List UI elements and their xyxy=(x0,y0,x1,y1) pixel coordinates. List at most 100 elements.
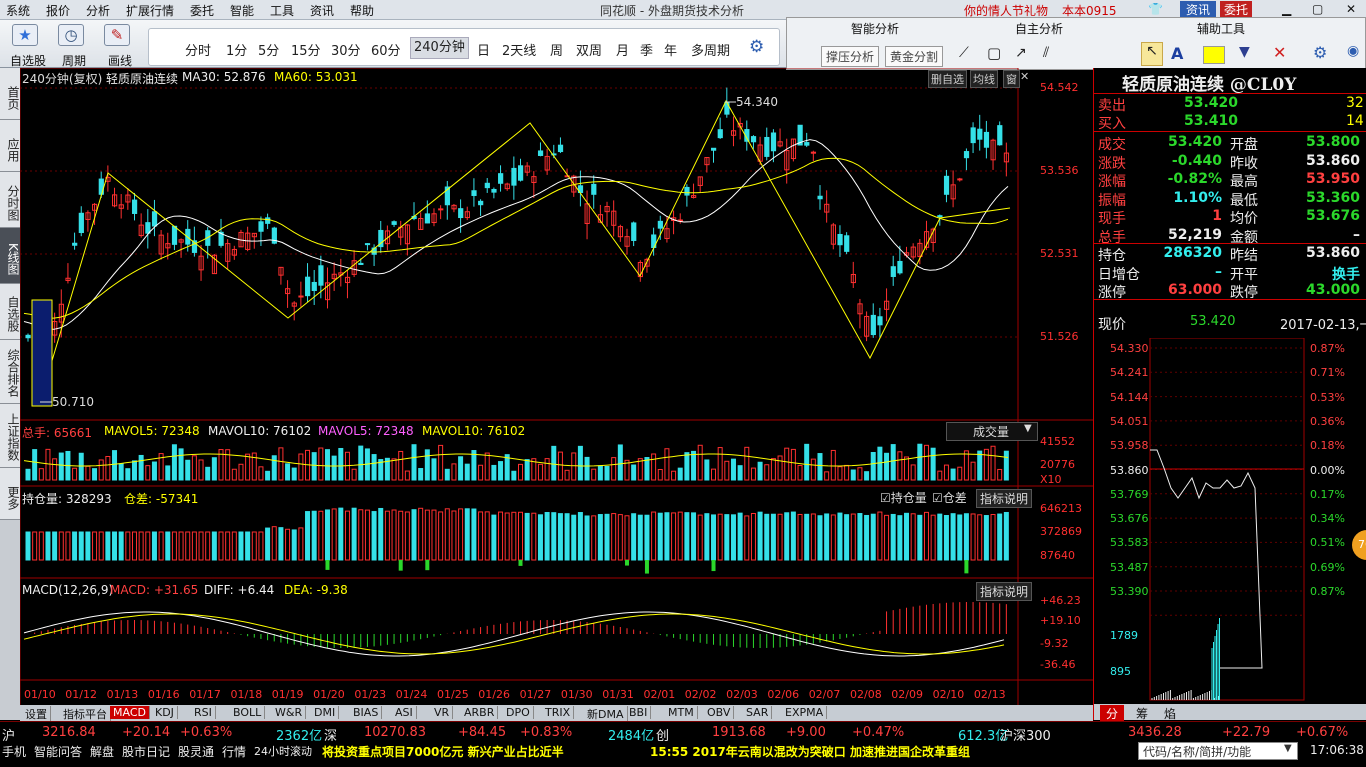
mini-tab-flame[interactable]: 焰 xyxy=(1158,705,1182,722)
sh-index-value[interactable]: 3216.84 xyxy=(42,725,96,740)
indicator-tab-13[interactable]: TRIX xyxy=(542,706,575,719)
indicator-tab-19[interactable]: EXPMA xyxy=(782,706,828,719)
indicator-tab-15[interactable]: BBI xyxy=(626,706,652,719)
indicator-tab-0[interactable]: 设置 xyxy=(22,706,51,722)
nav-sh-index[interactable]: 上证指数 xyxy=(0,404,20,468)
indicator-tab-3[interactable]: KDJ xyxy=(152,706,178,719)
watchlist-tool[interactable]: ★ 自选股 xyxy=(6,20,50,68)
period-multi[interactable]: 多周期 xyxy=(691,40,730,59)
pointer-icon[interactable]: ↖ xyxy=(1141,42,1163,66)
trade-button[interactable]: 委托 xyxy=(1220,1,1253,18)
ma-toggle-button[interactable]: 均线 xyxy=(970,70,998,88)
news-ticker-1[interactable]: 将投资重点项目7000亿元 新兴产业占比近半 xyxy=(322,743,564,760)
indicator-tab-17[interactable]: OBV xyxy=(704,706,735,719)
indicator-tab-6[interactable]: W&R xyxy=(272,706,307,719)
period-year[interactable]: 年 xyxy=(664,40,677,59)
indicator-tab-8[interactable]: BIAS xyxy=(350,706,383,719)
dropdown-icon[interactable]: ▼ xyxy=(1284,743,1292,754)
indicator-tab-14[interactable]: 新DMA xyxy=(584,706,628,722)
sz-index-value[interactable]: 10270.83 xyxy=(364,725,426,740)
gear-icon[interactable]: ⚙ xyxy=(749,37,764,57)
search-input[interactable]: 代码/名称/简拼/功能 xyxy=(1138,742,1298,760)
status-24h[interactable]: 24小时滚动 xyxy=(254,743,312,759)
news-button[interactable]: 资讯 xyxy=(1180,1,1217,18)
news-ticker-2[interactable]: 15:55 2017年云南以混改为突破口 加速推进国企改革重组 xyxy=(650,743,970,760)
nav-kline[interactable]: K线图 xyxy=(0,228,20,284)
ray-draw-icon[interactable]: ↗ xyxy=(1015,45,1027,61)
more-icon[interactable]: ◉ xyxy=(1347,43,1359,59)
status-diary[interactable]: 股市日记 xyxy=(122,743,170,760)
menu-trade[interactable]: 委托 xyxy=(190,2,214,19)
nav-watchlist[interactable]: 自选股 xyxy=(0,284,20,340)
golden-ratio-button[interactable]: 黄金分割 xyxy=(885,46,944,67)
indicator-tab-7[interactable]: DMI xyxy=(311,706,340,719)
period-60min[interactable]: 60分 xyxy=(371,40,401,59)
menu-help[interactable]: 帮助 xyxy=(350,2,374,19)
kline-chart[interactable] xyxy=(20,68,1093,720)
period-240min[interactable]: 240分钟 xyxy=(410,37,469,59)
oi-help-button[interactable]: 指标说明 xyxy=(976,489,1033,508)
shirt-icon[interactable]: 👕 xyxy=(1148,2,1163,16)
status-mobile[interactable]: 手机 xyxy=(2,743,26,760)
chevron-down-icon[interactable]: ▼ xyxy=(1024,423,1032,434)
status-analysis[interactable]: 解盘 xyxy=(90,743,114,760)
indicator-tab-11[interactable]: ARBR xyxy=(461,706,499,719)
cy-index-value[interactable]: 1913.68 xyxy=(712,725,766,740)
diff-checkbox[interactable]: ☑仓差 xyxy=(932,489,967,506)
maximize-icon[interactable]: ▢ xyxy=(1312,2,1323,16)
menu-tools[interactable]: 工具 xyxy=(270,2,294,19)
period-week[interactable]: 周 xyxy=(550,40,563,59)
period-tick[interactable]: 分时 xyxy=(185,40,211,59)
period-30min[interactable]: 30分 xyxy=(331,40,361,59)
mini-tab-chips[interactable]: 筹 xyxy=(1130,705,1154,722)
period-2week[interactable]: 双周 xyxy=(576,40,602,59)
indicator-tab-12[interactable]: DPO xyxy=(503,706,534,719)
nav-ranking[interactable]: 综合排名 xyxy=(0,340,20,404)
menu-ext-quote[interactable]: 扩展行情 xyxy=(126,2,174,19)
indicator-tab-10[interactable]: VR xyxy=(431,706,454,719)
indicator-tab-1[interactable]: 指标平台 xyxy=(60,706,111,722)
period-5min[interactable]: 5分 xyxy=(258,40,279,59)
draw-line-tool[interactable]: ✎ 画线 xyxy=(98,20,142,68)
nav-apps[interactable]: 应用 xyxy=(0,120,20,172)
period-month[interactable]: 月 xyxy=(616,40,629,59)
menu-system[interactable]: 系统 xyxy=(6,2,30,19)
channel-draw-icon[interactable]: ⫽ xyxy=(1043,45,1049,61)
nav-timeshare[interactable]: 分时图 xyxy=(0,172,20,228)
menu-smart[interactable]: 智能 xyxy=(230,2,254,19)
settings-icon[interactable]: ⚙ xyxy=(1313,43,1327,62)
delete-icon[interactable]: ✕ xyxy=(1273,43,1286,62)
period-tool[interactable]: ◷ 周期 xyxy=(52,20,96,68)
indicator-tab-16[interactable]: MTM xyxy=(665,706,698,719)
indicator-tab-4[interactable]: RSI xyxy=(191,706,216,719)
support-resistance-button[interactable]: 撑压分析 xyxy=(821,46,880,67)
status-lingtong[interactable]: 股灵通 xyxy=(178,743,214,760)
line-draw-icon[interactable]: ⟋ xyxy=(959,45,969,61)
menu-news[interactable]: 资讯 xyxy=(310,2,334,19)
indicator-tab-5[interactable]: BOLL xyxy=(230,706,266,719)
rect-draw-icon[interactable]: ▢ xyxy=(987,44,1001,62)
text-tool-icon[interactable]: A xyxy=(1171,44,1183,63)
indicator-tab-18[interactable]: SAR xyxy=(743,706,773,719)
minimize-icon[interactable]: ▁ xyxy=(1282,2,1291,16)
period-day[interactable]: 日 xyxy=(477,40,490,59)
menu-analysis[interactable]: 分析 xyxy=(86,2,110,19)
indicator-tab-2[interactable]: MACD xyxy=(110,706,150,719)
mini-tab-timeshare[interactable]: 分 xyxy=(1100,705,1125,722)
period-1min[interactable]: 1分 xyxy=(226,40,247,59)
nav-home[interactable]: 首页 xyxy=(0,68,20,120)
remove-watchlist-button[interactable]: 删自选 xyxy=(928,70,967,88)
period-15min[interactable]: 15分 xyxy=(291,40,321,59)
nav-more[interactable]: 更多 xyxy=(0,468,20,520)
period-2day[interactable]: 2天线 xyxy=(502,40,536,59)
status-quotes[interactable]: 行情 xyxy=(222,743,246,760)
hs300-value[interactable]: 3436.28 xyxy=(1128,725,1182,740)
close-icon[interactable]: ✕ xyxy=(1346,2,1356,16)
macd-help-button[interactable]: 指标说明 xyxy=(976,582,1033,601)
close-chart-icon[interactable]: ✕ xyxy=(1020,70,1029,83)
indicator-tab-9[interactable]: ASI xyxy=(392,706,417,719)
period-quarter[interactable]: 季 xyxy=(640,40,653,59)
status-qa[interactable]: 智能问答 xyxy=(34,743,82,760)
oi-checkbox[interactable]: ☑持仓量 xyxy=(880,489,927,506)
bookmark-icon[interactable]: ▼ xyxy=(1239,44,1250,60)
